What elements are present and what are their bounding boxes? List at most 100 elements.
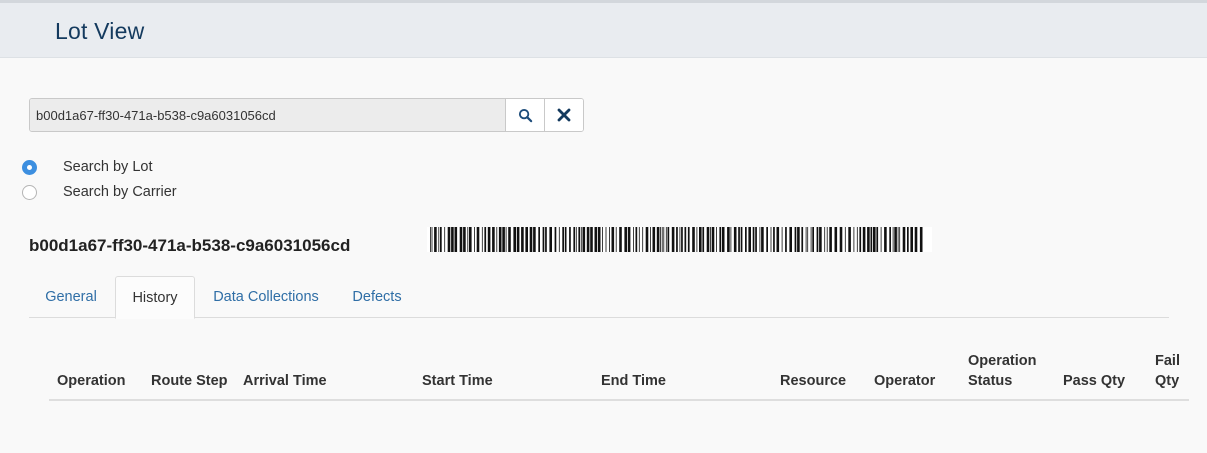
barcode-bar	[575, 227, 577, 252]
barcode-bar	[562, 227, 564, 252]
search-by-carrier-option[interactable]: Search by Carrier	[22, 184, 177, 200]
barcode-bar	[702, 227, 705, 252]
barcode-bar	[549, 227, 552, 252]
barcode-bar	[755, 227, 757, 252]
barcode-bar	[907, 227, 909, 252]
column-header-operation-status[interactable]: Operation Status	[968, 351, 1053, 391]
page-title: Lot View	[55, 18, 145, 44]
column-header-operator[interactable]: Operator	[874, 371, 935, 391]
barcode-bar	[794, 227, 797, 252]
barcode-bar	[919, 227, 923, 252]
barcode-bar	[867, 227, 870, 252]
barcode-bar	[805, 227, 807, 252]
barcode-bar	[502, 227, 505, 252]
tab-general[interactable]: General	[29, 276, 113, 318]
barcode-bar	[807, 227, 809, 252]
barcode-bar	[797, 227, 800, 252]
barcode-bar	[801, 227, 804, 252]
search-button[interactable]	[505, 99, 544, 131]
barcode-bar	[533, 227, 536, 252]
barcode-bar	[853, 227, 855, 252]
barcode-bar	[484, 227, 487, 252]
barcode-bar	[578, 227, 581, 252]
barcode-bar	[766, 227, 768, 252]
barcode-bar	[590, 227, 593, 252]
barcode-bar	[454, 227, 458, 252]
barcode-bar	[638, 227, 640, 252]
search-by-lot-radio[interactable]	[22, 159, 37, 175]
lot-id-heading: b00d1a67-ff30-471a-b538-c9a6031056cd	[29, 236, 351, 255]
barcode-bar	[770, 227, 772, 252]
barcode-bar	[727, 227, 730, 252]
barcode-bar	[516, 227, 520, 252]
column-header-resource[interactable]: Resource	[780, 371, 846, 391]
lot-barcode	[427, 227, 932, 252]
barcode-bar	[745, 227, 747, 252]
search-bar	[29, 98, 584, 132]
barcode-bar	[438, 227, 440, 252]
barcode-bar	[721, 227, 725, 252]
barcode-bar	[434, 227, 437, 252]
barcode-bar	[839, 227, 843, 252]
tab-history[interactable]: History	[115, 276, 195, 319]
barcode-bar	[889, 227, 891, 252]
barcode-bar	[692, 227, 695, 252]
search-by-carrier-label: Search by Carrier	[63, 184, 177, 200]
search-by-lot-label: Search by Lot	[63, 159, 153, 175]
page-header: Lot View	[0, 0, 1207, 58]
tab-defects[interactable]: Defects	[341, 276, 413, 318]
column-header-pass-qty[interactable]: Pass Qty	[1063, 371, 1125, 391]
barcode-bar	[873, 227, 876, 252]
barcode-bar	[733, 227, 737, 252]
column-header-operation[interactable]: Operation	[57, 371, 125, 391]
barcode-bar	[880, 227, 882, 252]
barcode-bar	[892, 227, 894, 252]
barcode-bar	[676, 227, 678, 252]
barcode-bar	[474, 227, 475, 252]
barcode-bar	[876, 227, 879, 252]
barcode-bar	[829, 227, 832, 252]
lot-search-input[interactable]	[30, 99, 505, 131]
column-header-start-time[interactable]: Start Time	[422, 371, 493, 391]
barcode-bar	[824, 227, 826, 252]
search-by-lot-option[interactable]: Search by Lot	[22, 159, 152, 175]
barcode-bar	[710, 227, 711, 252]
barcode-bar	[711, 227, 715, 252]
column-header-fail-qty[interactable]: Fail Qty	[1155, 351, 1189, 391]
barcode-bar	[498, 227, 502, 252]
barcode-bar	[844, 227, 846, 252]
column-header-route-step[interactable]: Route Step	[151, 371, 228, 391]
barcode-bar	[862, 227, 866, 252]
column-header-arrival-time[interactable]: Arrival Time	[243, 371, 327, 391]
barcode-bar	[681, 227, 683, 252]
barcode-bar	[521, 227, 524, 252]
barcode-bar	[642, 227, 644, 252]
barcode-bar	[597, 227, 601, 252]
barcode-bar	[487, 227, 491, 252]
barcode-bar	[529, 227, 533, 252]
barcode-bar	[508, 227, 511, 252]
barcode-bar	[748, 227, 751, 252]
barcode-bar	[538, 227, 540, 252]
barcode-bar	[605, 227, 607, 252]
barcode-bar	[451, 227, 454, 252]
search-by-carrier-radio[interactable]	[22, 184, 37, 200]
barcode-bar	[706, 227, 710, 252]
barcode-bar	[856, 227, 858, 252]
barcode-bar	[569, 227, 571, 252]
column-header-end-time[interactable]: End Time	[601, 371, 666, 391]
barcode-bar	[440, 227, 442, 252]
clear-search-button[interactable]	[544, 99, 583, 131]
barcode-bar	[785, 227, 787, 252]
barcode-bar	[586, 227, 590, 252]
barcode-bar	[914, 227, 918, 252]
barcode-bar	[812, 227, 814, 252]
barcode-bar	[444, 227, 446, 252]
barcode-bar	[652, 227, 656, 252]
tab-data-collections[interactable]: Data Collections	[205, 276, 327, 318]
barcode-bar	[467, 227, 469, 252]
barcode-bar	[696, 227, 698, 252]
barcode-bar	[699, 227, 702, 252]
barcode-bar	[671, 227, 675, 252]
barcode-bar	[899, 227, 901, 252]
